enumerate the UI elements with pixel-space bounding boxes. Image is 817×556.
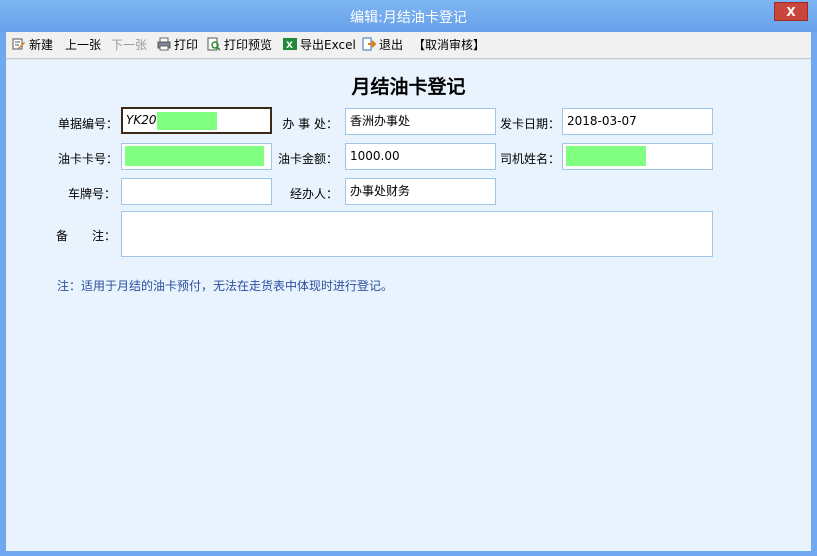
- remark-field[interactable]: [121, 211, 713, 257]
- form-area: 月结油卡登记 单据编号： YK20 办 事 处： 香洲办事处 发卡日期： 201…: [6, 59, 811, 551]
- handler-value: 办事处财务: [350, 184, 411, 198]
- new-label: 新建: [29, 38, 54, 52]
- print-preview-label: 打印预览: [224, 38, 273, 52]
- next-button[interactable]: 下一张: [111, 37, 147, 53]
- form-title: 月结油卡登记: [351, 76, 466, 98]
- doc-no-label: 单据编号：: [57, 117, 118, 131]
- plate-field[interactable]: [121, 178, 272, 205]
- remark-label: 备 注：: [55, 229, 116, 243]
- amount-value: 1000.00: [350, 149, 400, 163]
- exit-label: 退出: [379, 38, 404, 52]
- close-button[interactable]: X: [774, 2, 808, 21]
- issue-date-label: 发卡日期：: [499, 117, 560, 131]
- print-preview-icon: [207, 37, 221, 51]
- prev-label: 上一张: [65, 38, 102, 52]
- handler-field[interactable]: 办事处财务: [345, 178, 496, 205]
- cancel-audit-label: 【取消审核】: [413, 38, 486, 52]
- handler-label: 经办人：: [289, 187, 338, 201]
- usage-note: 注：适用于月结的油卡预付，无法在走货表中体现时进行登记。: [57, 279, 394, 293]
- office-label: 办 事 处：: [282, 117, 338, 131]
- print-label: 打印: [174, 38, 199, 52]
- doc-no-value: YK20: [126, 113, 157, 127]
- driver-label: 司机姓名：: [499, 152, 560, 166]
- next-label: 下一张: [111, 38, 148, 52]
- title-bar[interactable]: 编辑:月结油卡登记 X: [0, 0, 817, 32]
- print-preview-button[interactable]: 打印预览: [207, 37, 272, 53]
- window-title: 编辑:月结油卡登记: [350, 10, 467, 26]
- redaction-mask: [157, 112, 217, 130]
- amount-field[interactable]: 1000.00: [345, 143, 496, 170]
- exit-button[interactable]: 退出: [362, 37, 403, 53]
- export-excel-button[interactable]: X 导出Excel: [283, 37, 356, 53]
- printer-icon: [157, 37, 171, 51]
- redaction-mask: [125, 146, 264, 166]
- excel-icon: X: [283, 38, 297, 51]
- office-value: 香洲办事处: [350, 114, 411, 128]
- prev-button[interactable]: 上一张: [65, 37, 101, 53]
- new-button[interactable]: 新建: [12, 37, 53, 53]
- redaction-mask: [566, 146, 646, 166]
- export-excel-label: 导出Excel: [300, 38, 356, 52]
- plate-label: 车牌号：: [67, 187, 116, 201]
- print-button[interactable]: 打印: [157, 37, 198, 53]
- issue-date-value: 2018-03-07: [567, 114, 637, 128]
- card-no-label: 油卡卡号：: [57, 152, 118, 166]
- svg-text:X: X: [286, 41, 293, 51]
- toolbar: 新建 上一张 下一张 打印 打印预览 X 导出Excel 退出 【取消审核】: [6, 32, 811, 59]
- office-field[interactable]: 香洲办事处: [345, 108, 496, 135]
- edit-icon: [12, 38, 25, 50]
- cancel-audit-button[interactable]: 【取消审核】: [413, 37, 485, 53]
- issue-date-field[interactable]: 2018-03-07: [562, 108, 713, 135]
- amount-label: 油卡金额：: [277, 152, 338, 166]
- edit-window: 编辑:月结油卡登记 X 新建 上一张 下一张 打印 打印预览 X 导出Excel…: [0, 0, 817, 556]
- exit-icon: [362, 37, 376, 51]
